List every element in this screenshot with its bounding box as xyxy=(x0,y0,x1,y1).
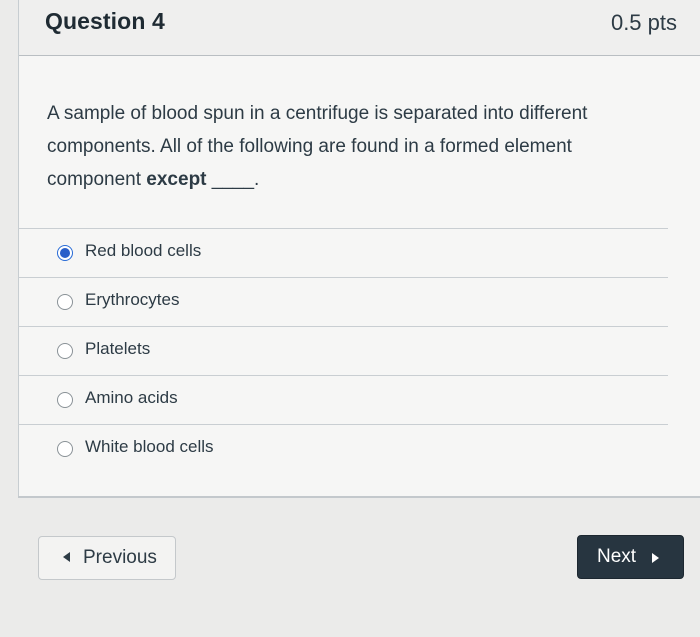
answer-option[interactable]: Red blood cells xyxy=(18,228,668,277)
answer-option[interactable]: White blood cells xyxy=(18,424,668,473)
radio-icon[interactable] xyxy=(57,343,73,359)
answer-option[interactable]: Platelets xyxy=(18,326,668,375)
answer-option[interactable]: Amino acids xyxy=(18,375,668,424)
caret-right-icon xyxy=(652,553,659,563)
question-title: Question 4 xyxy=(45,8,165,34)
radio-icon[interactable] xyxy=(57,294,73,310)
next-button[interactable]: Next xyxy=(577,535,684,579)
radio-icon[interactable] xyxy=(57,441,73,457)
answer-label: White blood cells xyxy=(85,437,214,456)
answer-label: Red blood cells xyxy=(85,241,202,260)
next-button-label: Next xyxy=(597,546,637,567)
answer-label: Amino acids xyxy=(85,388,178,407)
radio-selected-icon[interactable] xyxy=(57,245,73,261)
answer-label: Platelets xyxy=(85,339,151,358)
previous-button-label: Previous xyxy=(83,547,157,568)
question-header: Question 4 0.5 pts xyxy=(19,0,700,56)
radio-icon[interactable] xyxy=(57,392,73,408)
answer-list: Red blood cells Erythrocytes Platelets A… xyxy=(18,228,668,473)
question-points: 0.5 pts xyxy=(610,10,677,35)
question-text-emphasis: except xyxy=(146,169,207,190)
question-text-blank: ____. xyxy=(206,169,260,190)
answer-option[interactable]: Erythrocytes xyxy=(18,277,668,326)
answer-label: Erythrocytes xyxy=(85,290,180,309)
previous-button[interactable]: Previous xyxy=(38,536,176,580)
question-text-main: A sample of blood spun in a centrifuge i… xyxy=(47,103,588,190)
card-divider xyxy=(18,496,700,498)
question-text: A sample of blood spun in a centrifuge i… xyxy=(47,97,667,196)
caret-left-icon xyxy=(63,552,70,562)
